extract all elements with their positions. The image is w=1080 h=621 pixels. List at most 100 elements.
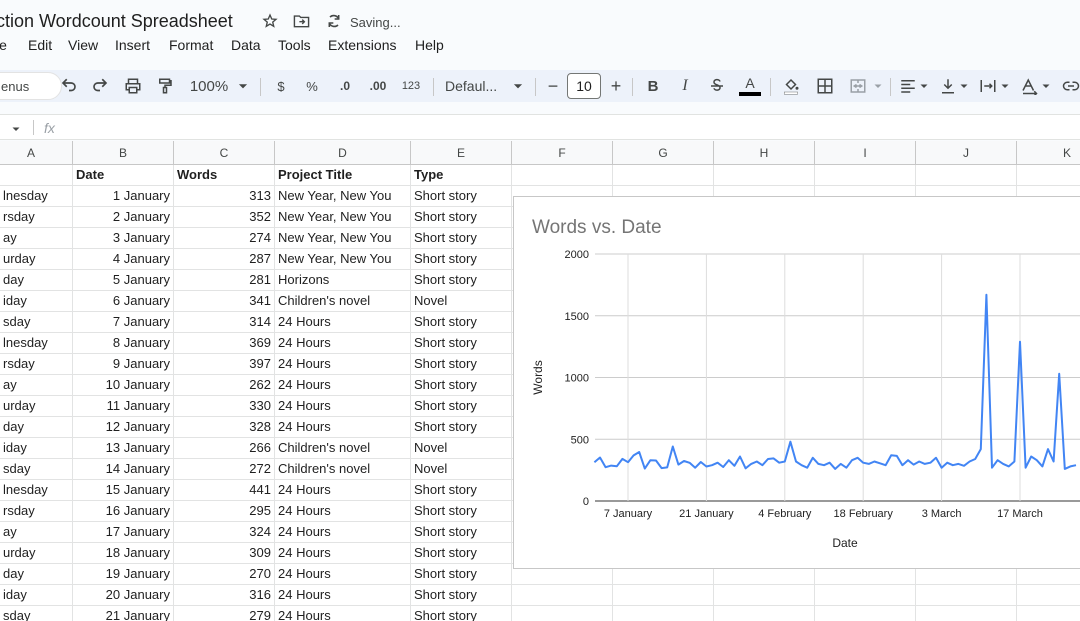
table-cell[interactable]: 24 Hours xyxy=(275,606,411,621)
star-icon[interactable] xyxy=(262,13,278,33)
table-cell[interactable]: Short story xyxy=(411,249,512,270)
table-cell[interactable]: 15 January xyxy=(73,480,174,501)
vertical-align-icon[interactable] xyxy=(938,74,958,98)
table-cell[interactable]: Horizons xyxy=(275,270,411,291)
table-cell[interactable]: 24 Hours xyxy=(275,480,411,501)
table-cell[interactable]: 7 January xyxy=(73,312,174,333)
table-cell[interactable]: New Year, New You xyxy=(275,207,411,228)
table-cell[interactable]: Short story xyxy=(411,522,512,543)
header-cell[interactable] xyxy=(0,165,73,186)
folder-move-icon[interactable] xyxy=(293,13,310,33)
table-cell[interactable]: 1 January xyxy=(73,186,174,207)
align-chevron-down-icon[interactable] xyxy=(918,74,930,98)
borders-icon[interactable] xyxy=(814,74,836,98)
empty-cell[interactable] xyxy=(1017,165,1080,186)
table-cell[interactable]: 10 January xyxy=(73,375,174,396)
table-cell[interactable]: rsday xyxy=(0,501,73,522)
horizontal-align-icon[interactable] xyxy=(898,74,918,98)
empty-cell[interactable] xyxy=(714,606,815,621)
table-cell[interactable]: Short story xyxy=(411,228,512,249)
table-cell[interactable]: 19 January xyxy=(73,564,174,585)
valign-chevron-down-icon[interactable] xyxy=(958,74,970,98)
redo-icon[interactable] xyxy=(90,74,110,98)
table-cell[interactable]: Short story xyxy=(411,417,512,438)
font-size-input[interactable]: 10 xyxy=(567,73,601,99)
table-cell[interactable]: 3 January xyxy=(73,228,174,249)
table-cell[interactable]: 369 xyxy=(174,333,275,354)
table-cell[interactable]: Short story xyxy=(411,501,512,522)
table-cell[interactable]: iday xyxy=(0,438,73,459)
menu-view[interactable]: View xyxy=(68,37,98,53)
empty-cell[interactable] xyxy=(613,585,714,606)
table-cell[interactable]: 12 January xyxy=(73,417,174,438)
rotation-chevron-down-icon[interactable] xyxy=(1040,74,1052,98)
table-cell[interactable]: 17 January xyxy=(73,522,174,543)
table-cell[interactable]: lnesday xyxy=(0,186,73,207)
column-header-b[interactable]: B xyxy=(73,141,174,165)
table-cell[interactable]: 341 xyxy=(174,291,275,312)
table-cell[interactable]: day xyxy=(0,564,73,585)
decrease-font-size-icon[interactable]: − xyxy=(545,74,561,98)
menu-tools[interactable]: Tools xyxy=(278,37,311,53)
table-cell[interactable]: 20 January xyxy=(73,585,174,606)
table-cell[interactable]: day xyxy=(0,417,73,438)
menu-help[interactable]: Help xyxy=(415,37,444,53)
table-cell[interactable]: Novel xyxy=(411,291,512,312)
table-cell[interactable]: 8 January xyxy=(73,333,174,354)
empty-cell[interactable] xyxy=(714,585,815,606)
currency-format-button[interactable]: $ xyxy=(272,74,290,98)
table-cell[interactable]: Novel xyxy=(411,459,512,480)
table-cell[interactable]: iday xyxy=(0,291,73,312)
table-cell[interactable]: 4 January xyxy=(73,249,174,270)
table-cell[interactable]: 16 January xyxy=(73,501,174,522)
empty-cell[interactable] xyxy=(815,606,916,621)
words-vs-date-chart[interactable]: Words vs. Date 0 500 1000 1500 2000 7 January 2… xyxy=(513,196,1080,569)
table-cell[interactable]: 24 Hours xyxy=(275,564,411,585)
table-cell[interactable]: 24 Hours xyxy=(275,585,411,606)
empty-cell[interactable] xyxy=(1017,606,1080,621)
table-cell[interactable]: 262 xyxy=(174,375,275,396)
empty-cell[interactable] xyxy=(512,585,613,606)
table-cell[interactable]: Short story xyxy=(411,480,512,501)
italic-button[interactable]: I xyxy=(676,74,694,98)
table-cell[interactable]: 24 Hours xyxy=(275,501,411,522)
font-chevron-down-icon[interactable] xyxy=(511,74,525,98)
name-box-chevron-down-icon[interactable] xyxy=(10,122,22,140)
table-cell[interactable]: sday xyxy=(0,459,73,480)
table-cell[interactable]: Short story xyxy=(411,606,512,621)
wrap-chevron-down-icon[interactable] xyxy=(999,74,1011,98)
table-cell[interactable]: Short story xyxy=(411,585,512,606)
table-cell[interactable]: New Year, New You xyxy=(275,228,411,249)
table-cell[interactable]: Short story xyxy=(411,396,512,417)
table-cell[interactable]: urday xyxy=(0,396,73,417)
empty-cell[interactable] xyxy=(916,606,1017,621)
table-cell[interactable]: New Year, New You xyxy=(275,249,411,270)
table-cell[interactable]: 24 Hours xyxy=(275,375,411,396)
document-title[interactable]: ction Wordcount Spreadsheet xyxy=(0,11,233,32)
menu-file[interactable]: le xyxy=(0,37,7,53)
table-cell[interactable]: 279 xyxy=(174,606,275,621)
column-header-k[interactable]: K xyxy=(1017,141,1080,165)
table-cell[interactable]: Novel xyxy=(411,438,512,459)
table-cell[interactable]: 270 xyxy=(174,564,275,585)
table-cell[interactable]: Short story xyxy=(411,354,512,375)
column-header-d[interactable]: D xyxy=(275,141,411,165)
table-cell[interactable]: Children's novel xyxy=(275,459,411,480)
text-wrap-icon[interactable] xyxy=(978,74,998,98)
table-cell[interactable]: Short story xyxy=(411,270,512,291)
table-cell[interactable]: Short story xyxy=(411,207,512,228)
table-cell[interactable]: Short story xyxy=(411,333,512,354)
table-cell[interactable]: ay xyxy=(0,228,73,249)
table-cell[interactable]: 24 Hours xyxy=(275,522,411,543)
table-cell[interactable]: Children's novel xyxy=(275,291,411,312)
header-cell[interactable]: Words xyxy=(174,165,275,186)
table-cell[interactable]: rsday xyxy=(0,354,73,375)
table-cell[interactable]: lnesday xyxy=(0,480,73,501)
table-cell[interactable]: 287 xyxy=(174,249,275,270)
table-cell[interactable]: 24 Hours xyxy=(275,354,411,375)
empty-cell[interactable] xyxy=(815,585,916,606)
zoom-select[interactable]: 100% xyxy=(188,74,230,98)
undo-icon[interactable] xyxy=(59,74,79,98)
table-cell[interactable]: 266 xyxy=(174,438,275,459)
text-color-button[interactable]: A xyxy=(738,74,762,98)
